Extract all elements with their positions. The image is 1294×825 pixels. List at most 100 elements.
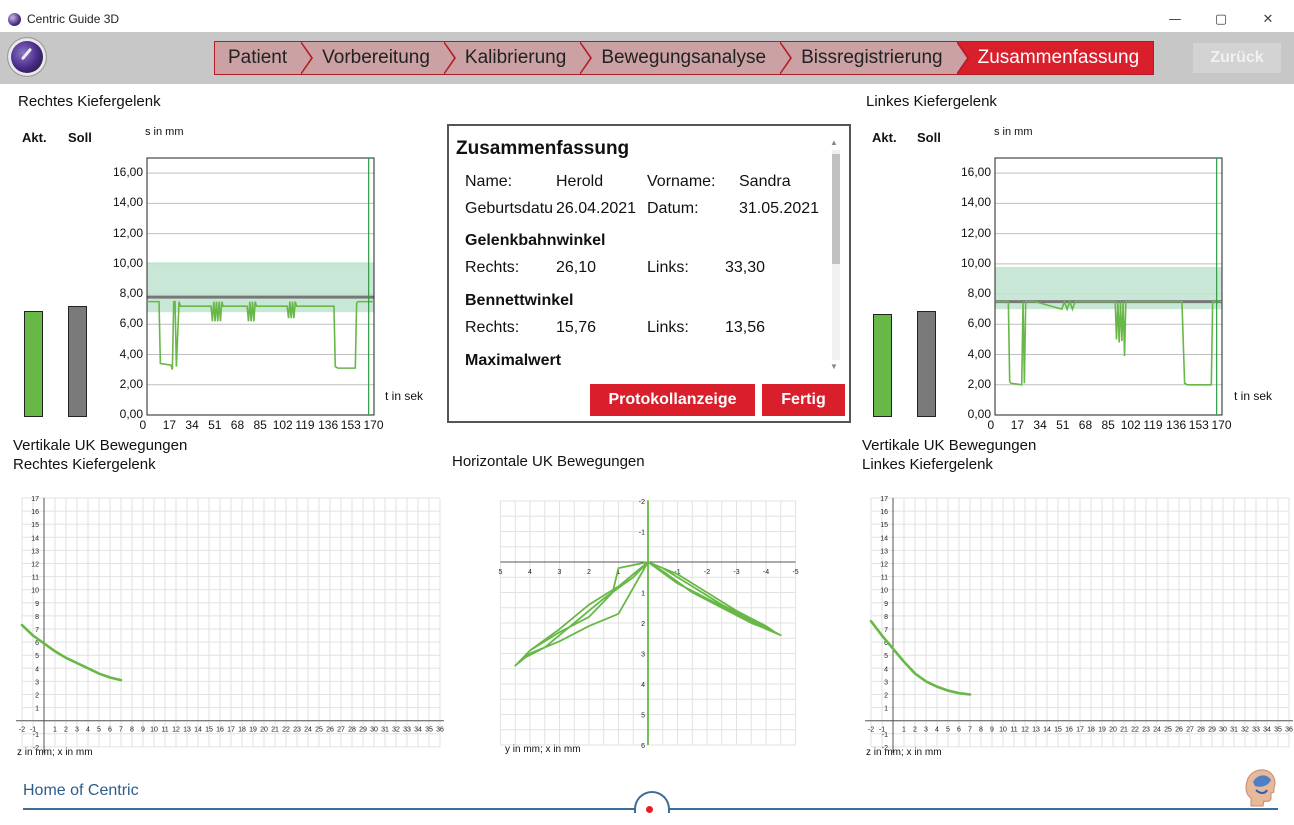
x-tick-label: -4 bbox=[763, 569, 769, 576]
y-tick-label: 12,00 bbox=[112, 225, 143, 240]
left-x-unit: t in sek bbox=[1234, 389, 1273, 403]
right-soll-bar bbox=[68, 306, 87, 417]
x-tick-label: 34 bbox=[1263, 727, 1271, 734]
y-tick-label: 2 bbox=[641, 621, 645, 628]
x-tick-label: 33 bbox=[403, 727, 411, 734]
x-tick-label: 14 bbox=[194, 727, 202, 734]
step-patient[interactable]: Patient bbox=[214, 41, 314, 75]
x-tick-label: 21 bbox=[1120, 727, 1128, 734]
step-bewegungsanalyse[interactable]: Bewegungsanalyse bbox=[580, 41, 793, 75]
x-tick-label: 2 bbox=[913, 727, 917, 734]
y-tick-label: 9 bbox=[884, 601, 888, 608]
y-tick-label: 4 bbox=[35, 666, 39, 673]
y-tick-label: 10 bbox=[880, 588, 888, 595]
x-tick-label: 11 bbox=[1010, 727, 1017, 734]
y-tick-label: 2 bbox=[884, 693, 888, 700]
x-tick-label: 27 bbox=[337, 727, 345, 734]
left-joint-title: Linkes Kiefergelenk bbox=[866, 93, 997, 110]
x-tick-label: 85 bbox=[1101, 418, 1115, 432]
y-tick-label: 3 bbox=[884, 679, 888, 686]
x-tick-label: 20 bbox=[260, 727, 268, 734]
back-button[interactable]: Zurück bbox=[1193, 43, 1281, 73]
x-tick-label: 3 bbox=[924, 727, 928, 734]
x-tick-label: 24 bbox=[1153, 727, 1161, 734]
y-tick-label: 6 bbox=[35, 640, 39, 647]
motion-series-line bbox=[995, 299, 1222, 386]
x-tick-label: 29 bbox=[1208, 727, 1216, 734]
x-tick-label: 34 bbox=[414, 727, 422, 734]
vertical-right-caption: z in mm; x in mm bbox=[17, 747, 93, 758]
vertical-left-title-1: Vertikale UK Bewegungen bbox=[862, 437, 1037, 454]
right-y-unit: s in mm bbox=[145, 126, 184, 138]
y-tick-label: 5 bbox=[35, 653, 39, 660]
vertical-left-caption: z in mm; x in mm bbox=[866, 747, 942, 758]
gelenkbahnwinkel-heading: Gelenkbahnwinkel bbox=[465, 232, 606, 249]
y-tick-label: 7 bbox=[35, 627, 39, 634]
scroll-down-icon[interactable]: ▼ bbox=[830, 362, 838, 371]
x-tick-label: 51 bbox=[208, 418, 222, 432]
x-tick-label: 22 bbox=[1131, 727, 1139, 734]
bennett-links-label: Links: bbox=[647, 319, 689, 336]
fertig-button[interactable]: Fertig bbox=[762, 384, 845, 416]
x-tick-label: 153 bbox=[340, 418, 361, 432]
x-tick-label: -1 bbox=[879, 727, 885, 734]
x-tick-label: 9 bbox=[141, 727, 145, 734]
vorname-label: Vorname: bbox=[647, 173, 716, 190]
gelenk-rechts-label: Rechts: bbox=[465, 259, 520, 276]
step-vorbereitung[interactable]: Vorbereitung bbox=[301, 41, 456, 75]
head-profile-icon[interactable] bbox=[1243, 768, 1277, 808]
y-tick-label: 8 bbox=[884, 614, 888, 621]
step-kalibrierung[interactable]: Kalibrierung bbox=[443, 41, 593, 75]
footer-home-link[interactable]: Home of Centric bbox=[23, 782, 139, 800]
summary-scrollbar[interactable]: ▲ ▼ bbox=[829, 136, 841, 373]
scroll-thumb[interactable] bbox=[832, 154, 840, 264]
x-tick-label: 102 bbox=[272, 418, 293, 432]
x-tick-label: 18 bbox=[1087, 727, 1095, 734]
x-tick-label: 5 bbox=[946, 727, 950, 734]
step-label: Patient bbox=[228, 47, 288, 68]
y-tick-label: 14 bbox=[31, 535, 39, 542]
x-tick-label: 26 bbox=[1175, 727, 1183, 734]
centric-logo-icon[interactable] bbox=[8, 38, 46, 76]
right-joint-time-chart bbox=[146, 157, 375, 416]
x-tick-label: 0 bbox=[139, 418, 147, 432]
right-akt-bar bbox=[24, 310, 43, 417]
y-tick-label: 3 bbox=[641, 652, 645, 659]
vertical-right-chart: -2-11234567891011121314151617-2 -1 1 2 3 4 5 6 7… bbox=[16, 496, 444, 753]
left-soll-label: Soll bbox=[917, 130, 941, 145]
bennett-rechts-label: Rechts: bbox=[465, 319, 520, 336]
x-tick-label: 23 bbox=[1142, 727, 1150, 734]
x-tick-label: 17 bbox=[162, 418, 177, 432]
step-bissregistrierung[interactable]: Bissregistrierung bbox=[780, 41, 969, 75]
y-tick-label: 14,00 bbox=[112, 195, 143, 210]
scroll-up-icon[interactable]: ▲ bbox=[830, 138, 838, 147]
x-tick-label: 35 bbox=[1274, 727, 1282, 734]
x-tick-label: 10 bbox=[150, 727, 158, 734]
left-soll-bar bbox=[917, 310, 936, 417]
left-y-unit: s in mm bbox=[994, 126, 1033, 138]
x-tick-label: 17 bbox=[1010, 418, 1025, 432]
y-tick-label: 0,00 bbox=[119, 407, 143, 421]
x-tick-label: 36 bbox=[436, 727, 444, 734]
y-tick-label: -1 bbox=[639, 530, 645, 537]
x-tick-label: 170 bbox=[1211, 418, 1232, 432]
x-tick-label: 85 bbox=[253, 418, 267, 432]
left-akt-bar bbox=[873, 313, 892, 417]
bennett-links-value: 13,56 bbox=[725, 319, 766, 336]
y-tick-label: 6,00 bbox=[967, 316, 991, 331]
x-tick-label: 35 bbox=[425, 727, 433, 734]
y-tick-label: 1 bbox=[884, 706, 888, 713]
x-tick-label: 4 bbox=[935, 727, 939, 734]
protokollanzeige-button[interactable]: Protokollanzeige bbox=[590, 384, 755, 416]
chevron-right-icon bbox=[955, 41, 969, 75]
step-zusammenfassung[interactable]: Zusammenfassung bbox=[956, 41, 1155, 75]
gelenk-links-value: 33,30 bbox=[725, 259, 766, 276]
restore-button[interactable]: ▢ bbox=[1206, 10, 1236, 30]
x-tick-label: 3 bbox=[558, 569, 562, 576]
minimize-button[interactable]: — bbox=[1160, 10, 1190, 30]
x-tick-label: 170 bbox=[363, 418, 384, 432]
close-button[interactable]: ✕ bbox=[1253, 10, 1283, 30]
x-tick-label: 2 bbox=[587, 569, 591, 576]
y-tick-label: 17 bbox=[31, 496, 39, 503]
x-tick-label: 136 bbox=[318, 418, 339, 432]
